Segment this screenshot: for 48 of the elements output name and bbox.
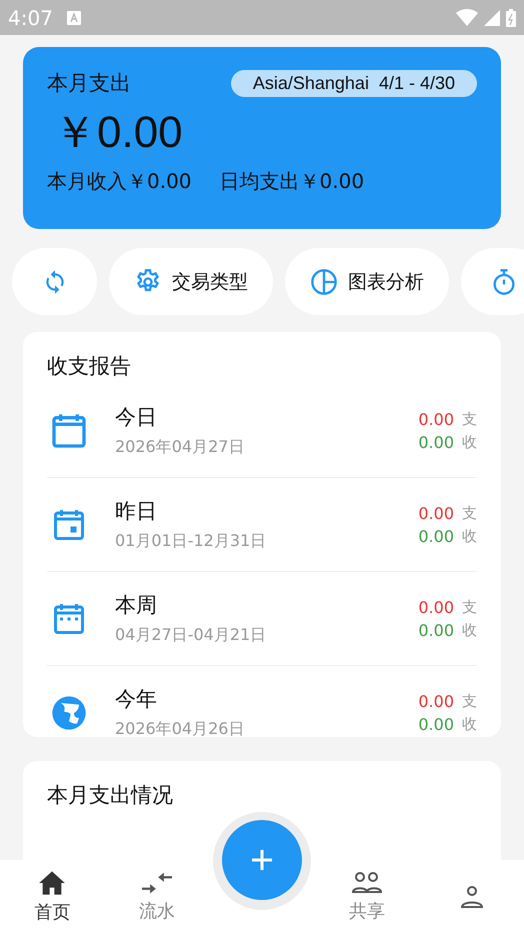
period-date: 2026年04月27日 — [115, 437, 244, 458]
daily-average: 日均支出￥0.00 — [220, 168, 364, 195]
income-label: 收 — [462, 432, 477, 452]
status-time: 4:07 — [8, 6, 53, 30]
expense-label: 支 — [462, 504, 477, 522]
expense-amount: ￥0.00 — [53, 107, 184, 159]
expense-value: 0.00 — [418, 598, 454, 616]
income-summary: 本月收入￥0.00 — [47, 168, 192, 195]
shortcut-button[interactable] — [461, 248, 524, 315]
summary-title: 本月支出 — [47, 70, 131, 97]
period-date: 04月27日-04月21日 — [115, 625, 266, 646]
period-title: 今日 — [115, 404, 158, 431]
income-value: 0.00 — [418, 620, 454, 640]
income-label: 收 — [462, 526, 477, 546]
card-title: 本月支出情况 — [47, 782, 174, 809]
plus-icon — [251, 849, 273, 871]
period-title: 本周 — [115, 592, 158, 619]
income-value: 0.00 — [418, 714, 454, 734]
shortcut-button[interactable]: 图表分析 — [285, 248, 449, 315]
period-title: 昨日 — [115, 498, 158, 525]
expense-value: 0.00 — [418, 692, 454, 710]
nav-tab[interactable]: 首页 — [0, 870, 105, 924]
income-label: 收 — [462, 620, 477, 640]
period-date: 01月01日-12月31日 — [115, 531, 266, 552]
card-title: 收支报告 — [47, 353, 132, 380]
nav-tab[interactable]: 流水 — [104, 870, 210, 922]
home-icon — [38, 870, 66, 896]
shortcut-button[interactable]: 交易类型 — [109, 248, 273, 315]
expense-label: 支 — [462, 598, 477, 616]
income-value: 0.00 — [418, 432, 454, 452]
wifi-icon — [456, 9, 478, 26]
period-date: 2026年04月26日 — [115, 719, 244, 740]
person-icon — [458, 884, 485, 908]
people-icon — [350, 870, 383, 894]
expense-label: 支 — [462, 692, 477, 710]
income-label: 收 — [462, 714, 477, 734]
expense-label: 支 — [462, 410, 477, 428]
signal-icon — [484, 10, 500, 26]
period-chip[interactable]: Asia/Shanghai 4/1 - 4/30 — [230, 70, 477, 96]
battery-icon — [506, 8, 516, 26]
notification-icon — [66, 10, 81, 24]
expense-value: 0.00 — [418, 504, 454, 522]
nav-tab[interactable]: 共享 — [314, 870, 420, 922]
period-title: 今年 — [115, 686, 158, 713]
income-value: 0.00 — [418, 526, 454, 546]
pie-chart-icon — [310, 268, 338, 296]
transfer-arrows-icon — [142, 870, 172, 894]
expense-value: 0.00 — [418, 410, 454, 428]
